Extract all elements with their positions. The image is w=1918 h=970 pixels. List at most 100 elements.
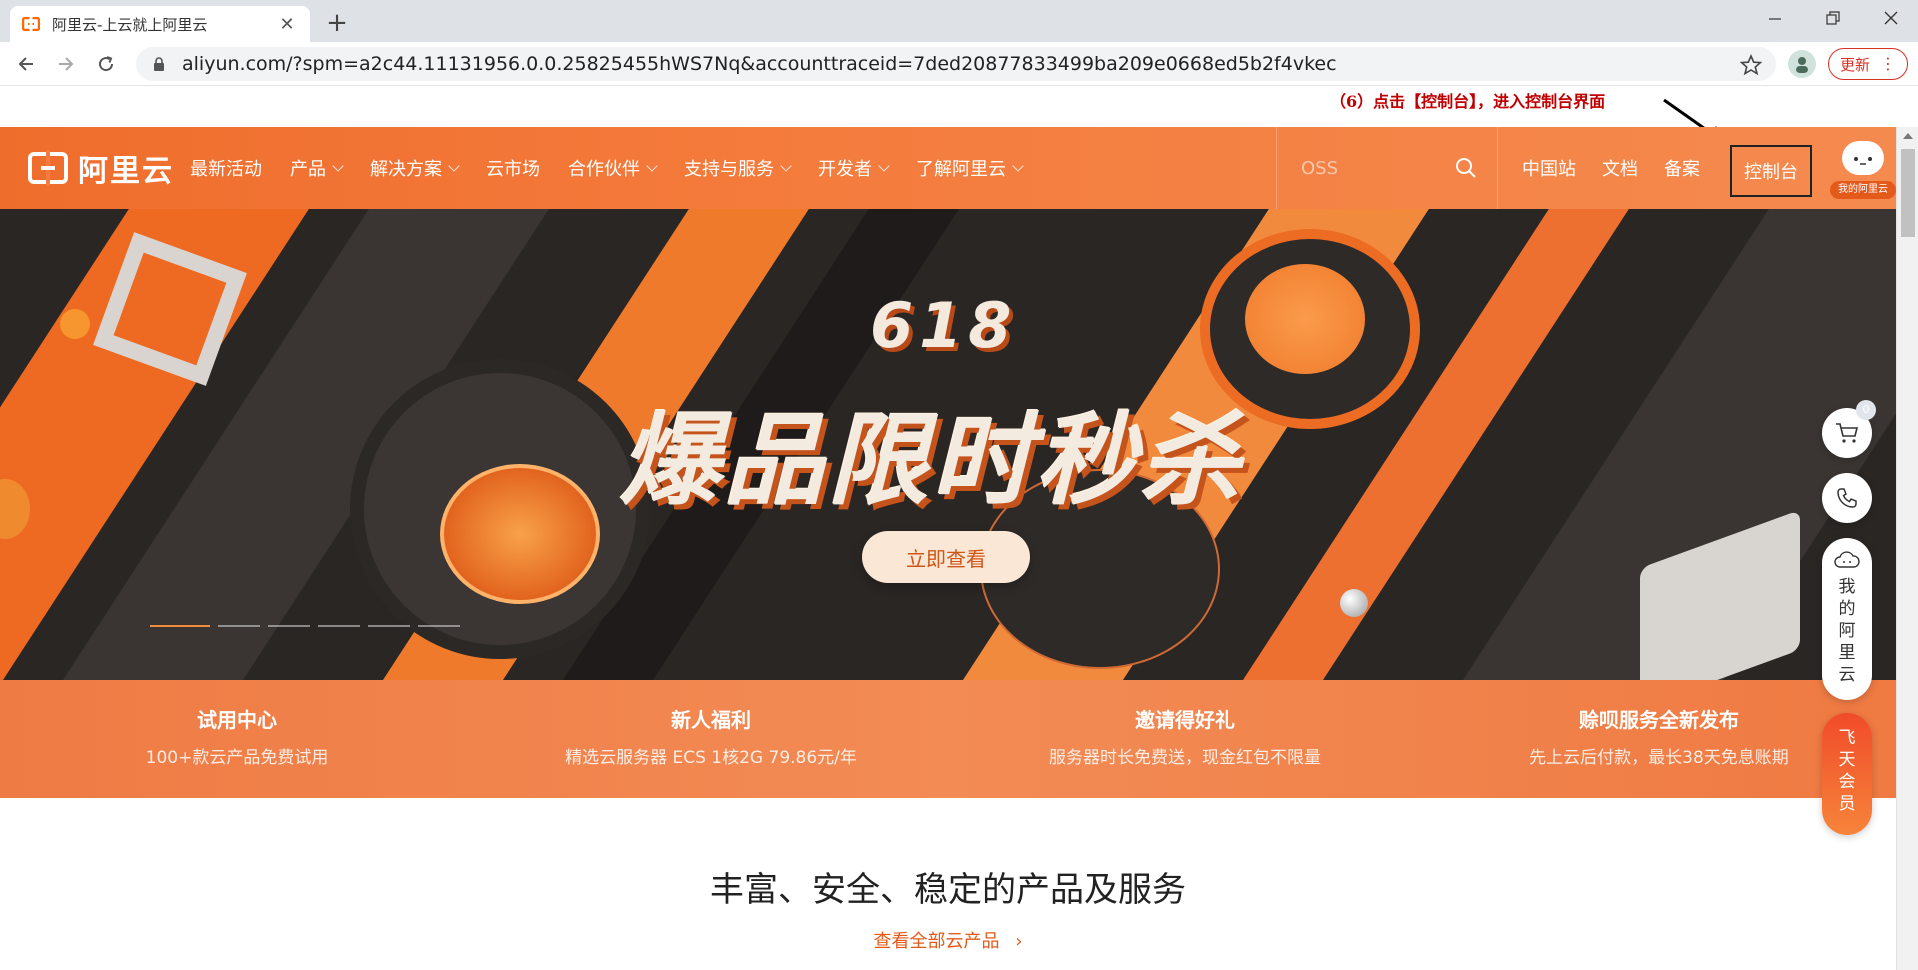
icp-filing-link[interactable]: 备案: [1664, 155, 1700, 181]
feature-title: 新人福利: [671, 708, 751, 732]
carousel-indicators: [150, 625, 460, 627]
url-text[interactable]: aliyun.com/?spm=a2c44.11131956.0.0.25825…: [182, 53, 1337, 75]
nav-item-about[interactable]: 了解阿里云: [916, 155, 1024, 181]
scroll-up-arrow-icon[interactable]: [1903, 133, 1913, 139]
view-all-products-link[interactable]: 查看全部云产品 ›: [0, 927, 1896, 953]
chevron-down-icon: [780, 159, 792, 172]
aliyun-homepage: 阿里云 最新活动 产品 解决方案 云市场 合作伙伴 支持与服务 开发者 了解阿里…: [0, 127, 1896, 970]
chevron-down-icon: [1012, 159, 1024, 172]
right-nav: 中国站 文档 备案: [1522, 127, 1726, 209]
nav-label: 云市场: [486, 159, 540, 180]
forward-button[interactable]: [50, 48, 82, 80]
chevron-down-icon: [878, 159, 890, 172]
nav-label: 开发者: [818, 159, 872, 180]
cart-count-badge: 0: [1856, 400, 1876, 420]
back-button[interactable]: [10, 48, 42, 80]
carousel-dot[interactable]: [418, 625, 460, 627]
carousel-dot[interactable]: [150, 625, 210, 627]
nav-item-partners[interactable]: 合作伙伴: [568, 155, 658, 181]
address-bar[interactable]: aliyun.com/?spm=a2c44.11131956.0.0.25825…: [136, 47, 1776, 81]
tab-title: 阿里云-上云就上阿里云: [52, 15, 208, 34]
carousel-dot[interactable]: [368, 625, 410, 627]
feature-newcomer-benefits[interactable]: 新人福利 精选云服务器 ECS 1核2G 79.86元/年: [474, 680, 948, 798]
browser-tab[interactable]: 阿里云-上云就上阿里云 ✕: [10, 6, 310, 42]
nav-item-support[interactable]: 支持与服务: [684, 155, 792, 181]
banner-decor: [1340, 589, 1368, 617]
nav-label: 产品: [290, 159, 326, 180]
browser-toolbar: aliyun.com/?spm=a2c44.11131956.0.0.25825…: [0, 42, 1918, 86]
search-input[interactable]: OSS: [1301, 158, 1455, 179]
banner-event-label: 618: [870, 289, 1018, 362]
console-label: 控制台: [1744, 162, 1798, 183]
icp-label: 备案: [1664, 159, 1700, 180]
console-button[interactable]: 控制台: [1730, 145, 1812, 197]
carousel-dot[interactable]: [218, 625, 260, 627]
phone-icon: [1837, 488, 1857, 508]
profile-avatar[interactable]: [1788, 50, 1816, 78]
hero-banner[interactable]: 618 爆品限时秒杀 立即查看: [0, 209, 1896, 680]
cart-button[interactable]: 0: [1822, 400, 1876, 458]
view-all-label: 查看全部云产品: [873, 931, 1000, 952]
nav-item-products[interactable]: 产品: [290, 155, 344, 181]
main-nav: 最新活动 产品 解决方案 云市场 合作伙伴 支持与服务 开发者 了解阿里云: [190, 127, 1050, 209]
nav-item-latest-activities[interactable]: 最新活动: [190, 155, 262, 181]
nav-item-developers[interactable]: 开发者: [818, 155, 890, 181]
profile-icon: [1796, 57, 1808, 73]
carousel-dot[interactable]: [318, 625, 360, 627]
feature-trial-center[interactable]: 试用中心 100+款云产品免费试用: [0, 680, 474, 798]
chevron-down-icon: [332, 159, 344, 172]
reload-button[interactable]: [90, 48, 122, 80]
feature-invite-rewards[interactable]: 邀请得好礼 服务器时长免费送，现金红包不限量: [948, 680, 1422, 798]
cart-icon: [1836, 423, 1859, 443]
aliyun-logo[interactable]: 阿里云: [28, 149, 174, 189]
chevron-down-icon: [646, 159, 658, 172]
banner-decor: [1245, 264, 1365, 374]
feitian-membership-button[interactable]: 飞天会员: [1822, 713, 1872, 835]
docs-link[interactable]: 文档: [1602, 155, 1638, 181]
bookmark-star-icon[interactable]: [1739, 53, 1763, 76]
browser-tabstrip: 阿里云-上云就上阿里云 ✕ +: [0, 0, 1918, 42]
browser-update-button[interactable]: 更新 ⋮: [1828, 48, 1908, 80]
feitian-membership-label: 飞天会员: [1838, 728, 1856, 814]
nav-label: 了解阿里云: [916, 159, 1006, 180]
minimize-button[interactable]: [1746, 0, 1804, 36]
more-menu-icon: ⋮: [1880, 54, 1896, 73]
page-scrollbar[interactable]: [1896, 127, 1918, 970]
nav-item-marketplace[interactable]: 云市场: [486, 155, 540, 181]
nav-label: 合作伙伴: [568, 159, 640, 180]
my-aliyun-avatar[interactable]: 我的阿里云: [1830, 137, 1896, 201]
feature-subtitle: 服务器时长免费送，现金红包不限量: [1049, 748, 1321, 768]
chevron-down-icon: [448, 159, 460, 172]
carousel-dot[interactable]: [268, 625, 310, 627]
nav-label: 支持与服务: [684, 159, 774, 180]
nav-label: 解决方案: [370, 159, 442, 180]
restore-button[interactable]: [1804, 0, 1862, 36]
aliyun-logo-mark-icon: [28, 150, 68, 186]
close-window-button[interactable]: [1862, 0, 1918, 36]
my-aliyun-side-label: 我的阿里云: [1838, 577, 1856, 685]
forward-arrow-icon: [59, 57, 74, 71]
section-title: 丰富、安全、稳定的产品及服务: [710, 870, 1186, 910]
my-aliyun-side-button[interactable]: 我的阿里云: [1822, 538, 1872, 700]
feature-subtitle: 100+款云产品免费试用: [145, 748, 329, 768]
tab-close-icon[interactable]: ✕: [276, 14, 298, 35]
nav-label: 最新活动: [190, 159, 262, 180]
feature-subtitle: 精选云服务器 ECS 1核2G 79.86元/年: [565, 748, 857, 768]
new-tab-button[interactable]: +: [322, 8, 352, 38]
cloud-mascot-icon: [1842, 141, 1884, 175]
tutorial-annotation: （6）点击【控制台】，进入控制台界面: [1330, 92, 1606, 111]
reload-icon: [99, 56, 114, 72]
feature-title: 邀请得好礼: [1135, 708, 1235, 732]
site-region-selector[interactable]: 中国站: [1522, 155, 1576, 181]
banner-cta-button[interactable]: 立即查看: [862, 531, 1030, 583]
scrollbar-thumb[interactable]: [1901, 149, 1915, 237]
my-aliyun-tag: 我的阿里云: [1830, 181, 1896, 199]
chevron-right-icon: ›: [1015, 931, 1023, 952]
nav-item-solutions[interactable]: 解决方案: [370, 155, 460, 181]
site-search[interactable]: OSS: [1276, 127, 1498, 209]
cloud-mascot-icon: [1834, 551, 1860, 568]
search-icon[interactable]: [1455, 157, 1477, 179]
lock-icon[interactable]: [150, 55, 168, 73]
logo-text: 阿里云: [78, 154, 174, 189]
phone-contact-button[interactable]: [1822, 473, 1872, 523]
